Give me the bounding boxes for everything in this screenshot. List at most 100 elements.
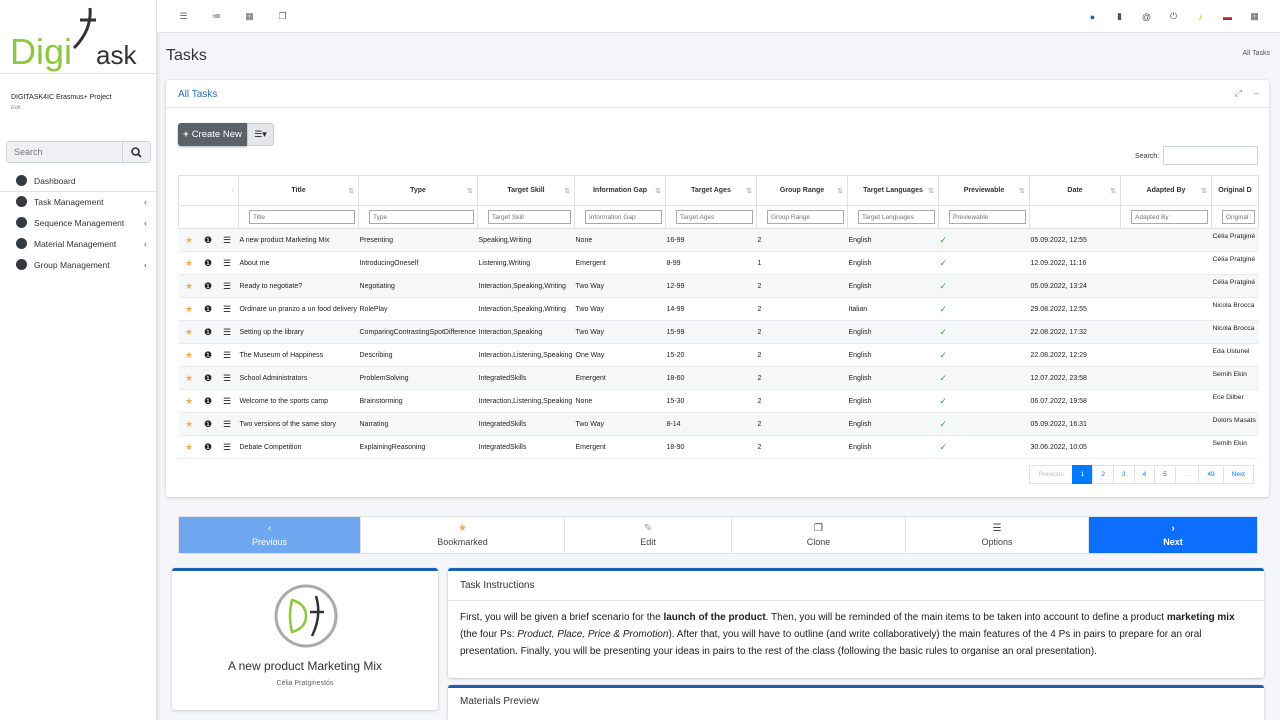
col-original[interactable]: Original D (1211, 175, 1259, 206)
help-icon[interactable]: ● (1079, 12, 1106, 22)
table-search-input[interactable] (1163, 146, 1258, 165)
page-link[interactable]: 2 (1092, 465, 1115, 484)
table-row[interactable]: ★ ❶ ☰ Welcome to the sports camp Brainstormi… (178, 389, 1259, 413)
table-row[interactable]: ★ ❶ ☰ Ordinare un pranzo a un food delivery… (178, 297, 1259, 321)
info-icon[interactable]: ❶ (199, 258, 218, 269)
sidebar-item-task-management[interactable]: Task Management ‹ (0, 191, 157, 212)
table-row[interactable]: ★ ❶ ☰ Debate Competition ExplainingReasoning… (178, 435, 1259, 459)
sidebar-search-input[interactable] (7, 142, 122, 162)
filter-original[interactable] (1222, 210, 1255, 224)
col-target-ages[interactable]: Target Ages ⇅ (665, 175, 757, 206)
info-icon[interactable]: ❶ (199, 419, 218, 430)
create-new-button[interactable]: + Create New (178, 123, 247, 146)
star-icon[interactable]: ★ (180, 327, 199, 338)
info-icon[interactable]: ❶ (199, 373, 218, 384)
windows-icon[interactable]: ❐ (266, 11, 299, 22)
star-icon[interactable]: ★ (180, 442, 199, 453)
sidebar-item-material-management[interactable]: Material Management ‹ (0, 233, 157, 254)
bars-icon[interactable]: ☰ (218, 235, 237, 246)
expand-icon[interactable]: ⤢ (1235, 88, 1242, 99)
cell-title[interactable]: Welcome to the sports camp (238, 389, 359, 413)
col-previewable[interactable]: Previewable ⇅ (938, 175, 1030, 206)
table-row[interactable]: ★ ❶ ☰ About me IntroducingOneself Listening,W… (178, 251, 1259, 275)
sidebar-item-group-management[interactable]: Group Management ‹ (0, 254, 157, 275)
col-adapted-by[interactable]: Adapted By ⇅ (1120, 175, 1212, 206)
star-icon[interactable]: ★ (180, 373, 199, 384)
filter-target-skill[interactable] (488, 210, 571, 224)
bars-icon[interactable]: ☰ (218, 281, 237, 292)
edit-button[interactable]: ✎ Edit (565, 517, 732, 553)
page-link[interactable]: … (1174, 465, 1200, 484)
page-link[interactable]: 1 (1071, 465, 1094, 484)
col-information-gap[interactable]: Information Gap ⇅ (574, 175, 666, 206)
info-icon[interactable]: ❶ (199, 281, 218, 292)
star-icon[interactable]: ★ (180, 304, 199, 315)
info-icon[interactable]: ❶ (199, 396, 218, 407)
us-flag-icon[interactable]: ▬ (1214, 12, 1241, 22)
bars-icon[interactable]: ☰ (218, 304, 237, 315)
calendar-icon[interactable]: ▦ (233, 11, 266, 22)
info-icon[interactable]: ❶ (199, 304, 218, 315)
cell-title[interactable]: About me (238, 251, 359, 275)
star-icon[interactable]: ★ (180, 396, 199, 407)
table-row[interactable]: ★ ❶ ☰ Two versions of the same story Narrati… (178, 412, 1259, 436)
page-link[interactable]: Next (1222, 465, 1254, 484)
power-icon[interactable]: ⏻ (1160, 11, 1187, 22)
bookmarked-button[interactable]: ★ Bookmarked (361, 517, 565, 553)
star-icon[interactable]: ★ (180, 350, 199, 361)
cell-title[interactable]: Ordinare un pranzo a un food delivery (238, 297, 359, 321)
star-icon[interactable]: ★ (180, 281, 199, 292)
page-link[interactable]: 5 (1154, 465, 1176, 484)
page-link[interactable]: 3 (1113, 465, 1135, 484)
grid-icon[interactable]: ▦ (1241, 11, 1268, 22)
clone-button[interactable]: ❐ Clone (732, 517, 906, 553)
info-icon[interactable]: ❶ (199, 327, 218, 338)
cell-title[interactable]: Two versions of the same story (238, 412, 359, 436)
cell-title[interactable]: Setting up the library (238, 320, 359, 344)
bars-icon[interactable]: ☰ (218, 373, 237, 384)
bars-icon[interactable]: ☰ (218, 327, 237, 338)
columns-menu-button[interactable]: ☰▾ (247, 123, 274, 146)
filter-information-gap[interactable] (585, 210, 662, 224)
table-row[interactable]: ★ ❶ ☰ Ready to negotiate? Negotiating Interac… (178, 274, 1259, 298)
table-row[interactable]: ★ ❶ ☰ The Museum of Happiness Describing Inte… (178, 343, 1259, 367)
info-icon[interactable]: ❶ (199, 350, 218, 361)
trash-icon[interactable]: ▮ (1106, 11, 1133, 22)
cell-title[interactable]: Debate Competition (238, 435, 359, 459)
col-date[interactable]: Date ⇅ (1029, 175, 1121, 206)
col-group-range[interactable]: Group Range ⇅ (756, 175, 848, 206)
bars-icon[interactable]: ☰ (218, 258, 237, 269)
cell-title[interactable]: Ready to negotiate? (238, 274, 359, 298)
bars-icon[interactable]: ☰ (218, 396, 237, 407)
collapse-icon[interactable]: – (1254, 88, 1259, 99)
options-button[interactable]: ☰ Options (906, 517, 1089, 553)
previous-button[interactable]: ‹ Previous (179, 517, 361, 553)
menu-icon[interactable]: ☰ (167, 11, 200, 22)
star-icon[interactable]: ★ (180, 258, 199, 269)
digitask-logo[interactable]: Digi ask (0, 0, 156, 74)
bars-icon[interactable]: ☰ (218, 350, 237, 361)
list-icon[interactable]: ≔ (200, 11, 233, 22)
table-row[interactable]: ★ ❶ ☰ School Administrators ProblemSolving In… (178, 366, 1259, 390)
star-icon[interactable]: ★ (180, 419, 199, 430)
bars-icon[interactable]: ☰ (218, 442, 237, 453)
project-edit-link[interactable]: Edit (11, 105, 145, 111)
table-row[interactable]: ★ ❶ ☰ A new product Marketing Mix Presenting… (178, 228, 1259, 252)
filter-adapted-by[interactable] (1131, 210, 1208, 224)
cell-title[interactable]: School Administrators (238, 366, 359, 390)
col-target-skill[interactable]: Target Skill ⇅ (477, 175, 575, 206)
table-row[interactable]: ★ ❶ ☰ Setting up the library ComparingContra… (178, 320, 1259, 344)
sidebar-item-sequence-management[interactable]: Sequence Management ‹ (0, 212, 157, 233)
sidebar-item-dashboard[interactable]: Dashboard (0, 170, 157, 191)
col-controls[interactable]: ↑ (178, 175, 239, 206)
filter-type[interactable] (369, 210, 474, 224)
col-type[interactable]: Type ⇅ (358, 175, 478, 206)
cell-title[interactable]: A new product Marketing Mix (238, 228, 359, 252)
at-icon[interactable]: @ (1133, 12, 1160, 22)
page-link[interactable]: 4 (1133, 465, 1156, 484)
filter-previewable[interactable] (949, 210, 1026, 224)
bell-icon[interactable]: ♪ (1187, 12, 1214, 22)
page-link[interactable]: 49 (1198, 465, 1224, 484)
filter-title[interactable] (249, 210, 355, 224)
sidebar-search-button[interactable] (122, 142, 150, 162)
